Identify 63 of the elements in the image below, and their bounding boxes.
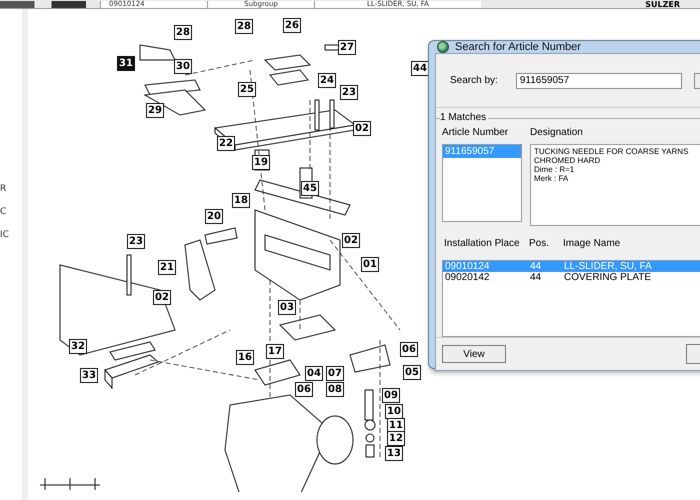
matches-label: 1 Matches [440,112,488,123]
table-cell-text: 44 [529,272,542,283]
column-header: Designation [530,126,584,138]
callout-label: 28 [174,25,192,40]
table-row[interactable]: 09020142 44 COVERING PLATE [443,272,700,283]
callout-label: 33 [80,368,98,383]
side-label: C [0,207,8,217]
callout-label: 17 [266,344,284,359]
callout-label: 31 [117,56,135,71]
callout-label: 02 [353,121,371,136]
callout-label: 30 [174,59,192,74]
callout-label: 27 [338,40,356,55]
callout-label: 22 [217,136,235,151]
callout-label: 03 [278,300,296,315]
brand-logo: SULZER [645,1,681,8]
table-cell-text: 44 [529,261,542,272]
callout-label: 21 [158,260,176,275]
callout-label: 24 [318,73,336,88]
callout-label: 02 [342,233,360,248]
callout-label: 02 [153,290,171,305]
designation-line: CHROMED HARD [534,156,602,165]
designation-line: Merk : FA [534,174,570,183]
table-cell-text: 09010124 [444,261,490,272]
callout-label: 19 [252,155,270,170]
callout-label: 28 [235,19,253,34]
callout-label: 18 [232,193,250,208]
search-label: Search by: [450,75,498,86]
table-cell-text: COVERING PLATE [563,272,652,283]
callout-label: 16 [236,350,254,365]
table-cell-text: LL-SLIDER, SU, FA [563,261,653,272]
dialog-title: Search for Article Number [455,41,581,53]
callout-label: 45 [301,181,319,196]
designation-line: Dime : R=1 [534,165,576,174]
callout-label: 23 [340,85,358,100]
callout-label: 29 [146,103,164,118]
callout-label: 13 [385,446,403,461]
callout-label: 20 [205,209,223,224]
callout-label: 06 [400,342,418,357]
globe-icon [437,41,449,53]
callout-label: 04 [305,366,323,381]
callout-label: 25 [238,82,256,97]
table-cell-text: 09020142 [444,272,490,283]
view-button[interactable]: View [442,345,506,363]
callout-label: 05 [403,365,421,380]
callout-label: 07 [326,366,344,381]
search-field[interactable]: 911659057 [516,72,682,88]
designation-line: TUCKING NEEDLE FOR COARSE YARNS [534,147,690,156]
column-header: Pos. [528,238,550,251]
callout-label: 06 [295,382,313,397]
callout-label: 44 [411,61,429,76]
column-header: Image Name [562,238,622,251]
side-label: IC [0,230,10,240]
callout-label: 08 [326,382,344,397]
column-header: Installation Place [443,238,521,251]
column-header: Article Number [442,126,510,138]
callout-label: 01 [361,257,379,272]
callout-label: 32 [69,339,87,354]
callout-label: 26 [283,18,301,33]
side-label: R [0,184,8,194]
callout-label: 23 [127,234,145,249]
callout-label: 09 [382,388,400,403]
callout-label: 12 [387,431,405,446]
callout-label: 10 [385,404,403,419]
